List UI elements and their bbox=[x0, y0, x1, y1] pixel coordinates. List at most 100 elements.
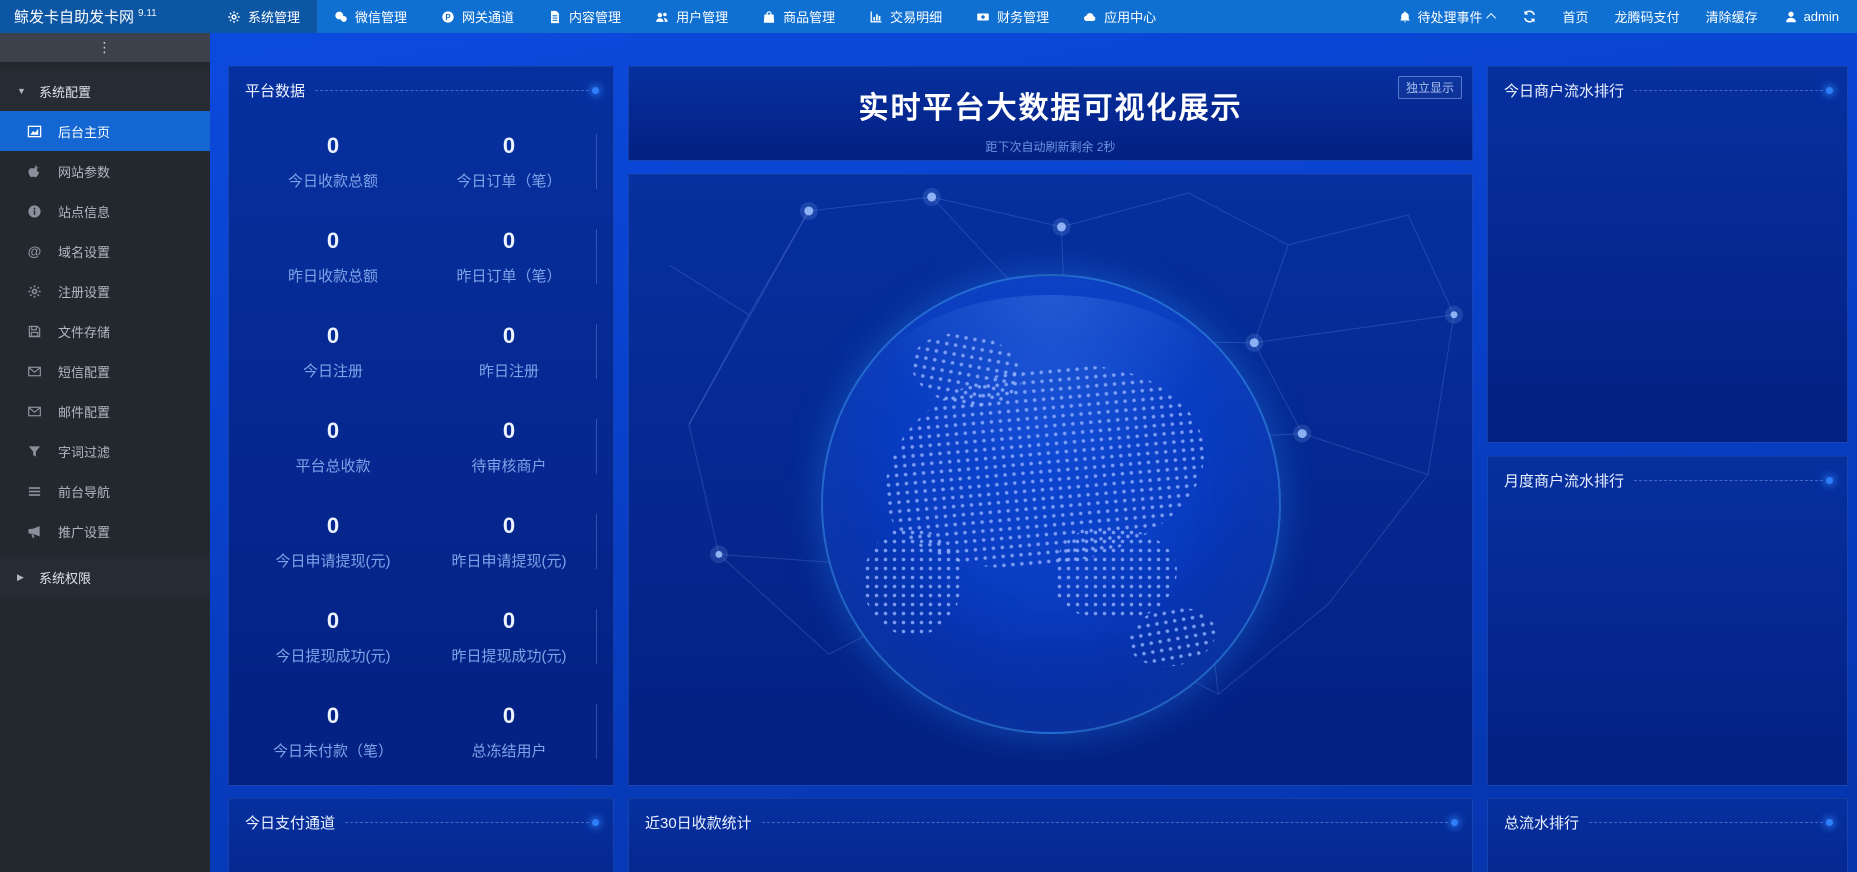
sidebar-section-system-config[interactable]: ▼ 系统配置 bbox=[0, 71, 210, 111]
envelope-icon bbox=[28, 406, 41, 416]
sidebar-item-label: 前台导航 bbox=[58, 484, 111, 500]
panel-title: 今日支付通道 bbox=[245, 815, 336, 832]
nav-item-system[interactable]: 系统管理 bbox=[210, 0, 318, 33]
sidebar-collapse-toggle[interactable]: ⋮ bbox=[0, 33, 210, 62]
stat-label: 平台总收款 bbox=[295, 457, 371, 475]
dot-accent bbox=[1826, 87, 1833, 94]
money-icon bbox=[977, 13, 989, 20]
caret-right-icon: ▶ bbox=[17, 571, 24, 582]
panel-title: 平台数据 bbox=[245, 83, 306, 100]
today-pay-channel-panel: 今日支付通道 bbox=[228, 798, 614, 872]
panel-title-row: 近30日收款统计 bbox=[629, 799, 1472, 833]
main-content: 平台数据 0 今日收款总额 0 今日订单（笔） 0 昨日收款总额 0 昨日订单（… bbox=[210, 33, 1857, 872]
nav-label: 应用中心 bbox=[1104, 10, 1157, 25]
dashboard-title: 实时平台大数据可视化展示 bbox=[858, 92, 1243, 125]
cloud-icon bbox=[1084, 12, 1096, 21]
stat-label: 今日订单（笔） bbox=[456, 172, 562, 190]
bar-chart-icon bbox=[870, 11, 882, 22]
sidebar-item-domain-settings[interactable]: @ 域名设置 bbox=[0, 231, 210, 271]
panel-title-row: 今日支付通道 bbox=[229, 799, 613, 833]
sidebar-item-dashboard[interactable]: 后台主页 bbox=[0, 111, 210, 151]
pending-events-label: 待处理事件 bbox=[1417, 10, 1483, 25]
user-menu[interactable]: admin bbox=[1784, 9, 1839, 24]
home-link[interactable]: 首页 bbox=[1563, 7, 1589, 26]
sidebar-item-sms-config[interactable]: 短信配置 bbox=[0, 351, 210, 391]
megaphone-icon bbox=[28, 525, 40, 538]
stat-value: 0 bbox=[502, 607, 516, 633]
nav-item-wechat[interactable]: 微信管理 bbox=[317, 0, 424, 33]
sidebar-item-promo-settings[interactable]: 推广设置 bbox=[0, 511, 210, 551]
stat-label: 今日申请提现(元) bbox=[275, 552, 391, 570]
stat-cell: 0 昨日注册 bbox=[421, 304, 597, 399]
stat-label: 昨日提现成功(元) bbox=[451, 647, 567, 665]
nav-label: 交易明细 bbox=[890, 10, 943, 25]
sidebar-item-label: 网站参数 bbox=[58, 164, 111, 180]
sidebar-item-file-storage[interactable]: 文件存储 bbox=[0, 311, 210, 351]
clear-cache-link[interactable]: 清除缓存 bbox=[1706, 7, 1758, 26]
dot-accent bbox=[592, 819, 599, 826]
panel-title-row: 平台数据 bbox=[229, 67, 613, 101]
stat-cell: 0 昨日订单（笔） bbox=[421, 209, 597, 304]
caret-down-icon: ▼ bbox=[17, 86, 26, 96]
stat-cell: 0 平台总收款 bbox=[245, 399, 421, 494]
stat-value: 0 bbox=[502, 132, 516, 158]
stat-cell: 0 待审核商户 bbox=[421, 399, 597, 494]
area-chart-icon bbox=[27, 125, 42, 137]
stat-label: 总冻结用户 bbox=[471, 742, 547, 760]
pending-events-button[interactable]: 待处理事件 bbox=[1398, 7, 1496, 26]
pay-code-link[interactable]: 龙腾码支付 bbox=[1615, 7, 1680, 26]
sidebar-item-label: 后台主页 bbox=[58, 124, 111, 140]
sidebar-item-front-nav[interactable]: 前台导航 bbox=[0, 471, 210, 511]
refresh-button[interactable] bbox=[1522, 9, 1537, 24]
nav-label: 财务管理 bbox=[997, 10, 1050, 25]
circled-p-icon: P bbox=[442, 10, 454, 23]
nav-item-finance[interactable]: 财务管理 bbox=[959, 0, 1066, 33]
stat-cell: 0 今日收款总额 bbox=[245, 114, 421, 209]
bell-icon bbox=[1399, 10, 1410, 22]
dotted-divider bbox=[1634, 90, 1823, 91]
sidebar-item-label: 站点信息 bbox=[58, 204, 111, 220]
floppy-disk-icon bbox=[28, 325, 41, 337]
stat-value: 0 bbox=[326, 132, 340, 158]
sidebar-item-label: 邮件配置 bbox=[58, 404, 111, 420]
dot-accent bbox=[1826, 477, 1833, 484]
sidebar-item-register-settings[interactable]: 注册设置 bbox=[0, 271, 210, 311]
sidebar-section-system-perms[interactable]: ▶ 系统权限 bbox=[0, 557, 210, 597]
sidebar-item-site-info[interactable]: 站点信息 bbox=[0, 191, 210, 231]
nav-item-transactions[interactable]: 交易明细 bbox=[852, 0, 959, 33]
brand-name: 鲸发卡自助发卡网 bbox=[14, 9, 135, 26]
stat-cell: 0 昨日申请提现(元) bbox=[421, 494, 597, 589]
sidebar-item-word-filter[interactable]: 字词过滤 bbox=[0, 431, 210, 471]
topnav-right: 待处理事件 首页 龙腾码支付 清除缓存 admin bbox=[1398, 0, 1857, 33]
nav-item-content[interactable]: 内容管理 bbox=[531, 0, 638, 33]
brand-logo[interactable]: 鲸发卡自助发卡网 9.11 bbox=[0, 0, 210, 33]
apple-icon bbox=[28, 164, 39, 177]
stat-label: 今日收款总额 bbox=[287, 172, 378, 190]
sidebar-item-mail-config[interactable]: 邮件配置 bbox=[0, 391, 210, 431]
stat-cell: 0 昨日收款总额 bbox=[245, 209, 421, 304]
stat-cell: 0 昨日提现成功(元) bbox=[421, 589, 597, 684]
stat-label: 今日未付款（笔） bbox=[272, 742, 393, 760]
stat-value: 0 bbox=[502, 322, 516, 348]
standalone-display-button[interactable]: 独立显示 bbox=[1397, 76, 1462, 99]
monthly-merchant-rank-panel: 月度商户流水排行 bbox=[1487, 456, 1848, 786]
stat-cell: 0 今日未付款（笔） bbox=[245, 684, 421, 779]
nav-item-users[interactable]: 用户管理 bbox=[638, 0, 745, 33]
nav-item-appcenter[interactable]: 应用中心 bbox=[1066, 0, 1173, 33]
platform-stats: 0 今日收款总额 0 今日订单（笔） 0 昨日收款总额 0 昨日订单（笔） 0 … bbox=[229, 101, 613, 779]
total-flow-rank-panel: 总流水排行 bbox=[1487, 798, 1848, 872]
dot-accent bbox=[592, 87, 599, 94]
stat-cell: 0 今日提现成功(元) bbox=[245, 589, 421, 684]
menu-bars-icon bbox=[28, 486, 41, 496]
dotted-divider bbox=[1634, 480, 1823, 481]
stat-cell: 0 今日订单（笔） bbox=[421, 114, 597, 209]
stat-value: 0 bbox=[502, 417, 516, 443]
panel-title: 近30日收款统计 bbox=[645, 815, 752, 832]
stat-label: 今日注册 bbox=[302, 362, 363, 380]
sidebar-item-site-params[interactable]: 网站参数 bbox=[0, 151, 210, 191]
sidebar-item-label: 文件存储 bbox=[58, 324, 111, 340]
nav-item-products[interactable]: 商品管理 bbox=[745, 0, 852, 33]
nav-item-gateway[interactable]: P 网关通道 bbox=[424, 0, 531, 33]
nav-label: 系统管理 bbox=[248, 10, 301, 25]
right-column: 今日商户流水排行 月度商户流水排行 bbox=[1487, 66, 1848, 786]
